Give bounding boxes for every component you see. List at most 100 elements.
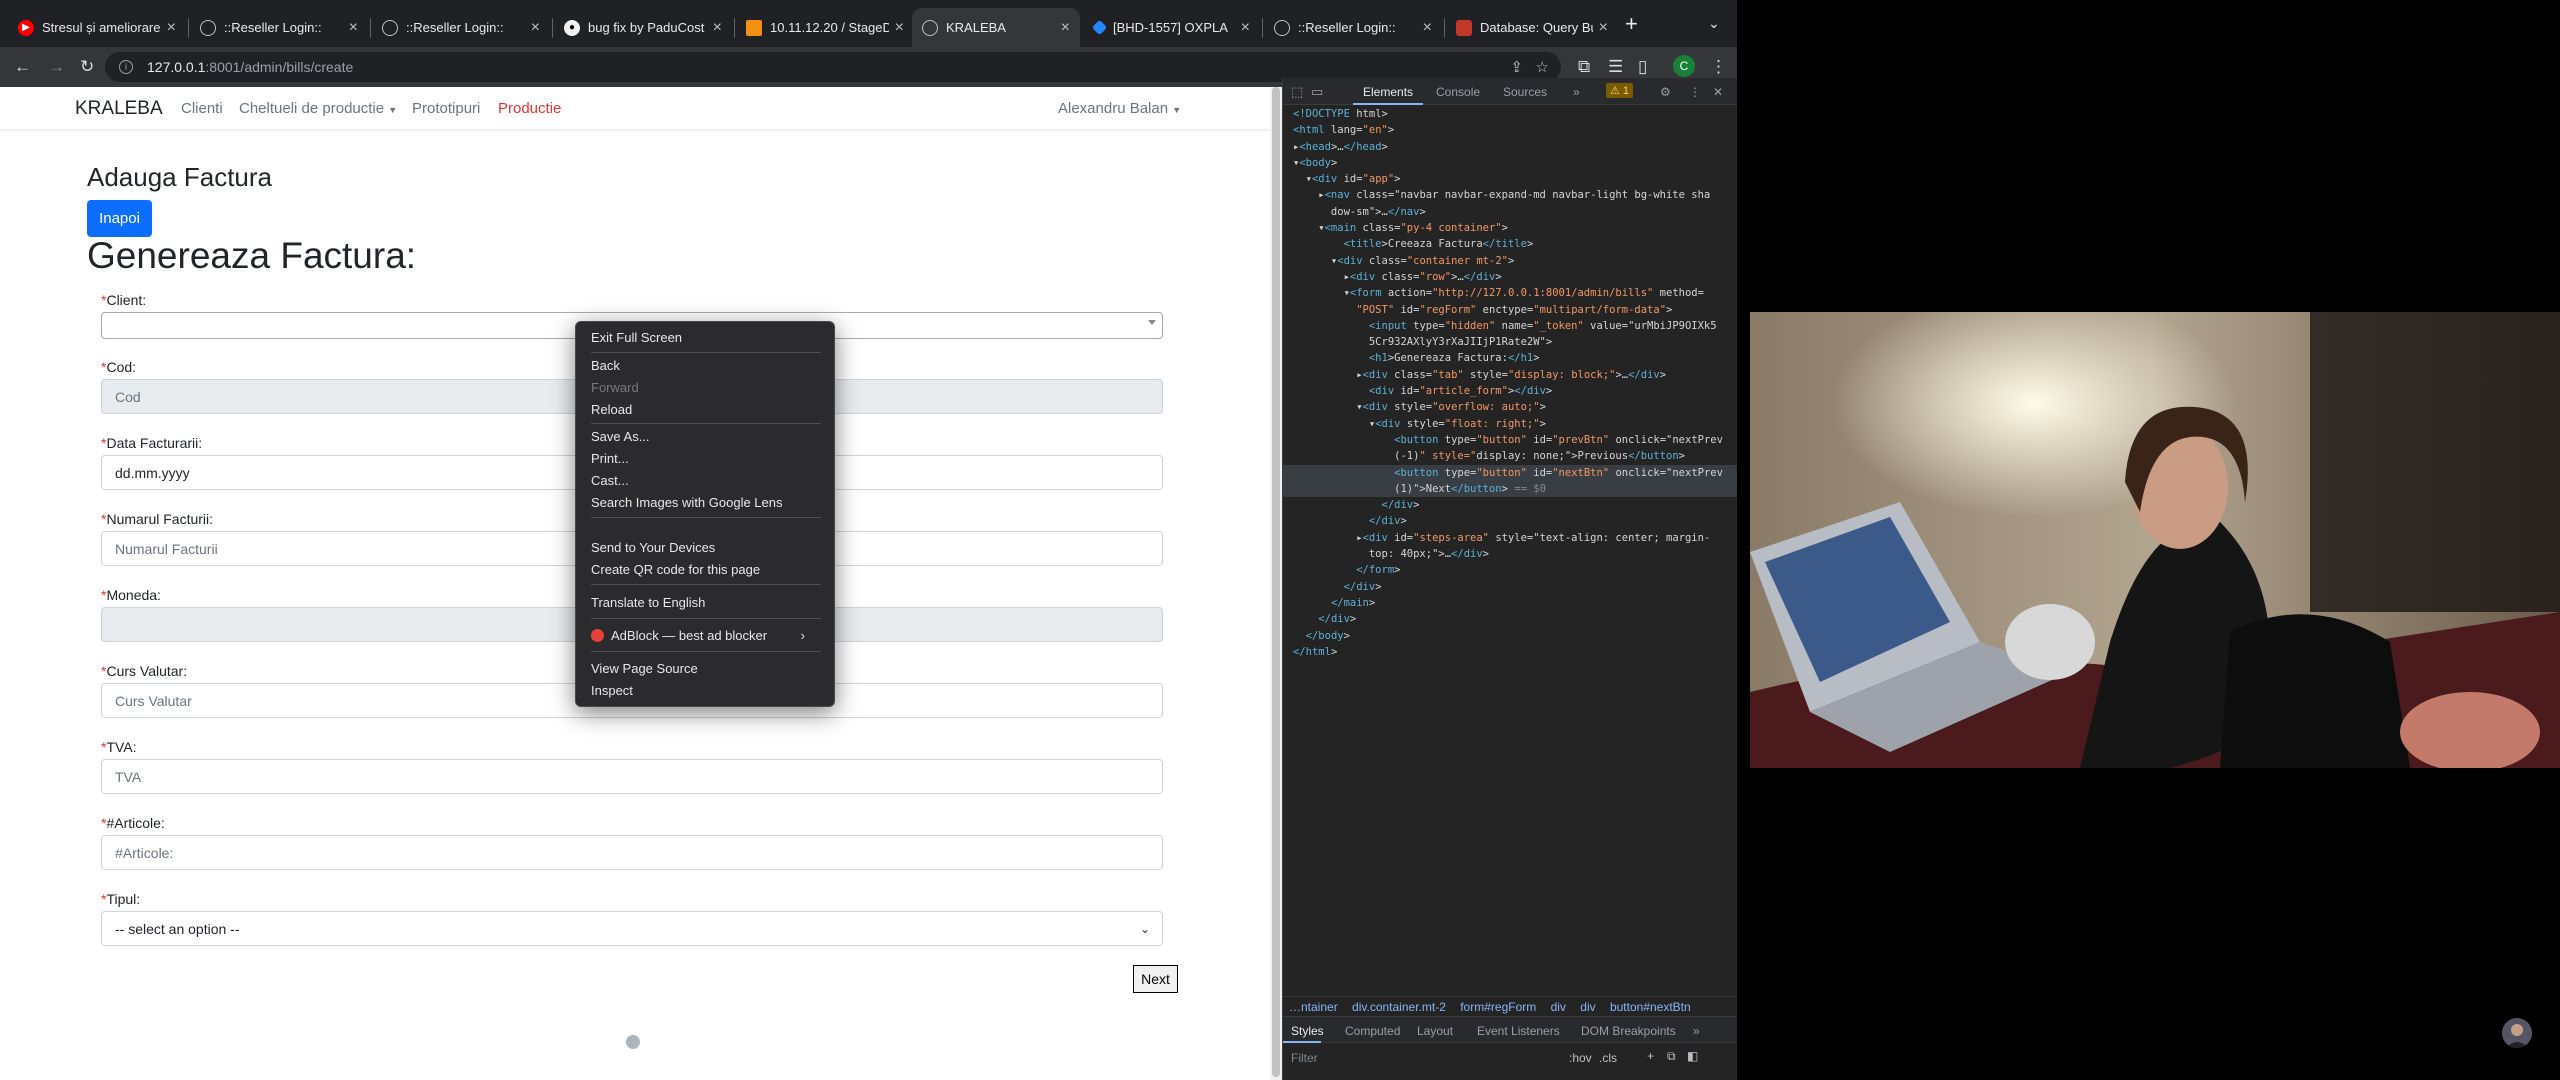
- dom-node-line[interactable]: 5Cr932AXlyY3rXaJIIjP1Rate2W">: [1283, 334, 1737, 350]
- nav-link-prototipuri[interactable]: Prototipuri: [412, 100, 480, 117]
- menu-adblock[interactable]: AdBlock — best ad blocker ›: [591, 628, 819, 643]
- dom-node-line[interactable]: </div>: [1283, 579, 1737, 595]
- menu-dots-icon[interactable]: ⋮: [1710, 57, 1727, 77]
- close-icon[interactable]: ×: [1423, 19, 1432, 37]
- menu-cast[interactable]: Cast...: [591, 473, 629, 488]
- dom-node-line[interactable]: <button type="button" id="prevBtn" oncli…: [1283, 432, 1737, 448]
- breadcrumb-item[interactable]: form#regForm: [1460, 1000, 1536, 1014]
- dom-node-line[interactable]: ▾<form action="http://127.0.0.1:8001/adm…: [1283, 285, 1737, 301]
- warnings-badge[interactable]: ⚠ 1: [1606, 83, 1634, 98]
- breadcrumb-item[interactable]: div: [1580, 1000, 1595, 1014]
- site-brand[interactable]: KRALEBA: [75, 98, 163, 120]
- tab-sources[interactable]: Sources: [1503, 85, 1547, 99]
- dom-node-line[interactable]: <html lang="en">: [1283, 122, 1737, 138]
- tab-layout[interactable]: Layout: [1417, 1024, 1453, 1038]
- tab-search-chevron-icon[interactable]: ⌄: [1708, 15, 1720, 32]
- nav-link-productie[interactable]: Productie: [498, 100, 561, 117]
- menu-back[interactable]: Back: [591, 358, 620, 373]
- tab-2[interactable]: ::Reseller Login:: ×: [190, 8, 368, 47]
- tab-8[interactable]: ::Reseller Login:: ×: [1264, 8, 1442, 47]
- more-tabs-icon[interactable]: »: [1693, 1024, 1700, 1038]
- dom-node-line[interactable]: <title>Creeaza Factura</title>: [1283, 236, 1737, 252]
- new-tab-icon[interactable]: +: [1625, 11, 1638, 37]
- user-menu[interactable]: Alexandru Balan ▼: [1058, 100, 1181, 117]
- menu-reload[interactable]: Reload: [591, 402, 632, 417]
- menu-save-as[interactable]: Save As...: [591, 429, 650, 444]
- close-icon[interactable]: ×: [713, 19, 722, 37]
- close-devtools-icon[interactable]: ✕: [1713, 85, 1723, 99]
- tipul-select[interactable]: -- select an option -- ⌄: [101, 911, 1163, 946]
- tab-console[interactable]: Console: [1436, 85, 1480, 99]
- dom-tree[interactable]: <!DOCTYPE html> <html lang="en"> ▸<head>…<…: [1283, 106, 1737, 996]
- menu-qr-code[interactable]: Create QR code for this page: [591, 562, 760, 577]
- tab-1[interactable]: ▶ Stresul și ameliorare ×: [8, 8, 186, 47]
- tab-4[interactable]: ● bug fix by PaduCost ×: [554, 8, 732, 47]
- dom-node-line[interactable]: ▾<div style="float: right;">: [1283, 416, 1737, 432]
- inspect-element-icon[interactable]: ⬚: [1291, 84, 1303, 100]
- tab-3[interactable]: ::Reseller Login:: ×: [372, 8, 550, 47]
- dom-node-line[interactable]: <div id="article_form"></div>: [1283, 383, 1737, 399]
- scrollbar-thumb[interactable]: [1272, 87, 1280, 1077]
- articole-input[interactable]: #Articole:: [101, 835, 1163, 870]
- dom-node-line[interactable]: </body>: [1283, 628, 1737, 644]
- more-tabs-icon[interactable]: »: [1573, 85, 1580, 99]
- dom-node-line[interactable]: (-1)" style="display: none;">Previous</b…: [1283, 448, 1737, 464]
- dom-node-line[interactable]: (1)">Next</button> == $0: [1283, 480, 1737, 498]
- close-icon[interactable]: ×: [895, 19, 904, 37]
- devtools-menu-icon[interactable]: ⋮: [1689, 85, 1701, 99]
- tva-input[interactable]: TVA: [101, 759, 1163, 794]
- reading-list-icon[interactable]: ☰: [1608, 57, 1623, 77]
- video-player[interactable]: [1750, 312, 2560, 768]
- close-icon[interactable]: ×: [1599, 19, 1608, 37]
- dom-node-line[interactable]: ▾<div id="app">: [1283, 171, 1737, 187]
- dom-node-line[interactable]: <!DOCTYPE html>: [1283, 106, 1737, 122]
- dom-node-line[interactable]: <input type="hidden" name="_token" value…: [1283, 318, 1737, 334]
- close-icon[interactable]: ×: [531, 19, 540, 37]
- dom-node-line[interactable]: ▸<div id="steps-area" style="text-align:…: [1283, 530, 1737, 546]
- dom-node-line[interactable]: ▾<div style="overflow: auto;">: [1283, 399, 1737, 415]
- dom-node-line[interactable]: ▾<body>: [1283, 155, 1737, 171]
- next-button[interactable]: Next: [1133, 965, 1178, 993]
- profile-avatar[interactable]: C: [1673, 55, 1695, 77]
- back-button[interactable]: Inapoi: [87, 200, 152, 237]
- menu-inspect[interactable]: Inspect: [591, 683, 633, 698]
- new-rule-icon[interactable]: +: [1647, 1049, 1654, 1063]
- reload-icon[interactable]: ↻: [80, 57, 94, 77]
- dom-node-line[interactable]: </div>: [1283, 611, 1737, 627]
- back-arrow-icon[interactable]: ←: [14, 57, 31, 77]
- nav-link-cheltueli[interactable]: Cheltueli de productie ▼: [239, 100, 397, 117]
- breadcrumb-item[interactable]: div: [1551, 1000, 1566, 1014]
- dom-node-line[interactable]: ▸<div class="row">…</div>: [1283, 269, 1737, 285]
- tab-styles[interactable]: Styles: [1291, 1024, 1324, 1038]
- close-icon[interactable]: ×: [1061, 19, 1070, 37]
- nav-link-clienti[interactable]: Clienti: [181, 100, 223, 117]
- close-icon[interactable]: ×: [1241, 19, 1250, 37]
- dom-node-line[interactable]: </html>: [1283, 644, 1737, 660]
- dom-node-line[interactable]: <h1>Genereaza Factura:</h1>: [1283, 350, 1737, 366]
- tab-9[interactable]: Database: Query Bu ×: [1446, 8, 1618, 47]
- dom-node-line[interactable]: ▸<head>…</head>: [1283, 139, 1737, 155]
- menu-send-devices[interactable]: Send to Your Devices: [591, 540, 715, 555]
- dom-node-line[interactable]: </main>: [1283, 595, 1737, 611]
- tab-7[interactable]: [BHD-1557] OXPLA ×: [1082, 8, 1260, 47]
- side-panel-icon[interactable]: ▯: [1638, 57, 1647, 77]
- dom-node-line[interactable]: <button type="button" id="nextBtn" oncli…: [1283, 464, 1737, 481]
- tab-6-active[interactable]: KRALEBA ×: [912, 8, 1080, 47]
- site-info-icon[interactable]: i: [119, 60, 133, 74]
- device-toolbar-icon[interactable]: ▭: [1311, 84, 1323, 100]
- tab-event-listeners[interactable]: Event Listeners: [1477, 1024, 1560, 1038]
- dom-node-line[interactable]: dow-sm">…</nav>: [1283, 204, 1737, 220]
- forward-arrow-icon[interactable]: →: [48, 57, 65, 77]
- filter-input[interactable]: Filter: [1291, 1051, 1318, 1065]
- menu-translate[interactable]: Translate to English: [591, 595, 705, 610]
- menu-view-source[interactable]: View Page Source: [591, 661, 698, 676]
- dom-node-line[interactable]: </div>: [1283, 497, 1737, 513]
- dom-node-line[interactable]: ▾<div class="container mt-2">: [1283, 253, 1737, 269]
- tab-computed[interactable]: Computed: [1345, 1024, 1400, 1038]
- menu-exit-fullscreen[interactable]: Exit Full Screen: [591, 330, 682, 345]
- hov-toggle[interactable]: :hov: [1569, 1051, 1592, 1065]
- tab-5[interactable]: 10.11.12.20 / StageD ×: [736, 8, 914, 47]
- bookmark-star-icon[interactable]: ☆: [1536, 58, 1549, 76]
- breadcrumb-item[interactable]: …ntainer: [1289, 1000, 1338, 1014]
- toggle-rendering-icon[interactable]: ⧉: [1667, 1049, 1676, 1064]
